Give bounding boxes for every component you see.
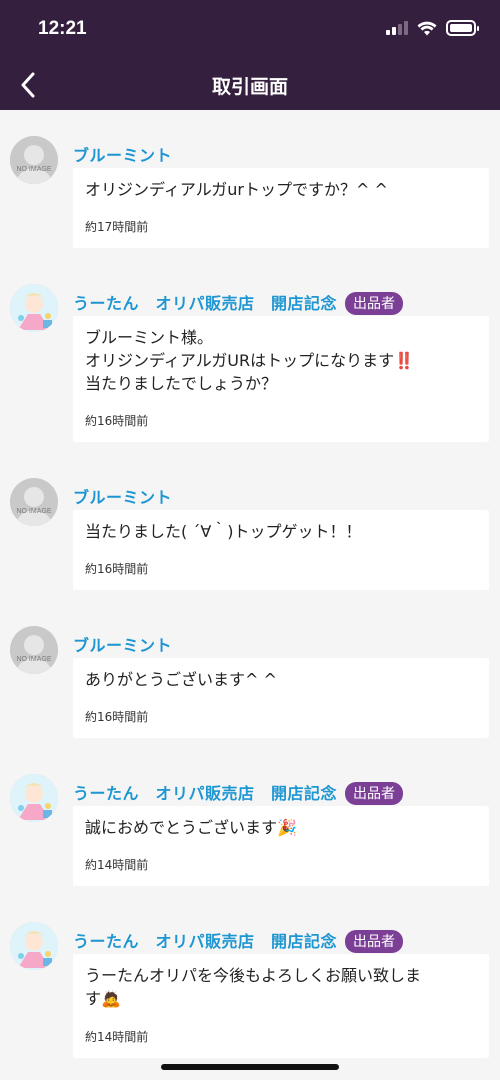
message-item: うーたん オリパ販売店 開店記念 出品者 誠におめでとうございます🎉 約14時間前 (0, 774, 500, 886)
message-bubble: 誠におめでとうございます🎉 約14時間前 (73, 806, 489, 886)
message-item: NO IMAGE ブルーミント ありがとうございます^ ^ 約16時間前 (0, 626, 500, 738)
status-bar: 12:21 (0, 0, 500, 60)
message-time: 約16時間前 (85, 562, 149, 576)
message-time: 約16時間前 (85, 414, 149, 428)
avatar[interactable] (10, 284, 58, 332)
cellular-signal-icon (386, 21, 408, 35)
avatar-placeholder-text: NO IMAGE (16, 166, 52, 173)
page-title: 取引画面 (211, 76, 288, 98)
avatar-placeholder-text: NO IMAGE (16, 508, 52, 515)
message-bubble: うーたんオリパを今後もよろしくお願い致しま す🙇 約14時間前 (73, 954, 489, 1058)
sender-name[interactable]: うーたん オリパ販売店 開店記念 出品者 (73, 780, 404, 805)
battery-icon (446, 20, 479, 36)
sender-name[interactable]: うーたん オリパ販売店 開店記念 出品者 (73, 290, 404, 315)
message-item: NO IMAGE ブルーミント 当たりました( ´∀｀)トップゲット！！ 約16… (0, 478, 500, 590)
avatar[interactable]: NO IMAGE (10, 478, 58, 526)
avatar[interactable]: NO IMAGE (10, 136, 58, 184)
message-item: うーたん オリパ販売店 開店記念 出品者 ブルーミント様。 オリジンディアルガUR… (0, 284, 500, 442)
message-bubble: オリジンディアルガurトップですか？^ ^ 約17時間前 (73, 168, 489, 248)
message-bubble: 当たりました( ´∀｀)トップゲット！！ 約16時間前 (73, 510, 489, 590)
message-time: 約16時間前 (85, 710, 149, 724)
seller-badge: 出品者 (345, 930, 404, 953)
message-time: 約14時間前 (85, 1030, 149, 1044)
avatar[interactable] (10, 774, 58, 822)
sender-name[interactable]: ブルーミント (73, 632, 172, 656)
home-indicator[interactable] (161, 1064, 339, 1070)
status-time: 12:21 (38, 18, 87, 39)
message-item: うーたん オリパ販売店 開店記念 出品者 うーたんオリパを今後もよろしくお願い致し… (0, 922, 500, 1058)
message-text: 当たりました( ´∀｀)トップゲット！！ (85, 522, 362, 541)
seller-badge: 出品者 (345, 292, 404, 315)
trade-screen: 12:21 取引画面 NO IMAGE ブルーミント オリジンディアルガurトッ… (0, 0, 500, 1080)
nav-bar: 取引画面 (0, 60, 500, 110)
message-text: うーたんオリパを今後もよろしくお願い致しま す🙇 (85, 966, 422, 1008)
message-text: オリジンディアルガurトップですか？^ ^ (85, 180, 388, 199)
sender-name[interactable]: うーたん オリパ販売店 開店記念 出品者 (73, 928, 404, 953)
message-time: 約17時間前 (85, 220, 149, 234)
message-item: NO IMAGE ブルーミント オリジンディアルガurトップですか？^ ^ 約1… (0, 136, 500, 248)
message-bubble: ブルーミント様。 オリジンディアルガURはトップになります‼️ 当たりましたでし… (73, 316, 489, 442)
seller-badge: 出品者 (345, 782, 404, 805)
message-time: 約14時間前 (85, 858, 149, 872)
message-bubble: ありがとうございます^ ^ 約16時間前 (73, 658, 489, 738)
wifi-icon (417, 21, 437, 35)
message-text: ブルーミント様。 オリジンディアルガURはトップになります‼️ 当たりましたでし… (85, 328, 414, 393)
avatar[interactable] (10, 922, 58, 970)
message-text: ありがとうございます^ ^ (85, 670, 277, 689)
sender-name[interactable]: ブルーミント (73, 142, 172, 166)
header: 12:21 取引画面 (0, 0, 500, 110)
status-icons (386, 20, 479, 36)
avatar[interactable]: NO IMAGE (10, 626, 58, 674)
message-text: 誠におめでとうございます🎉 (85, 818, 297, 837)
sender-name[interactable]: ブルーミント (73, 484, 172, 508)
avatar-placeholder-text: NO IMAGE (16, 656, 52, 663)
